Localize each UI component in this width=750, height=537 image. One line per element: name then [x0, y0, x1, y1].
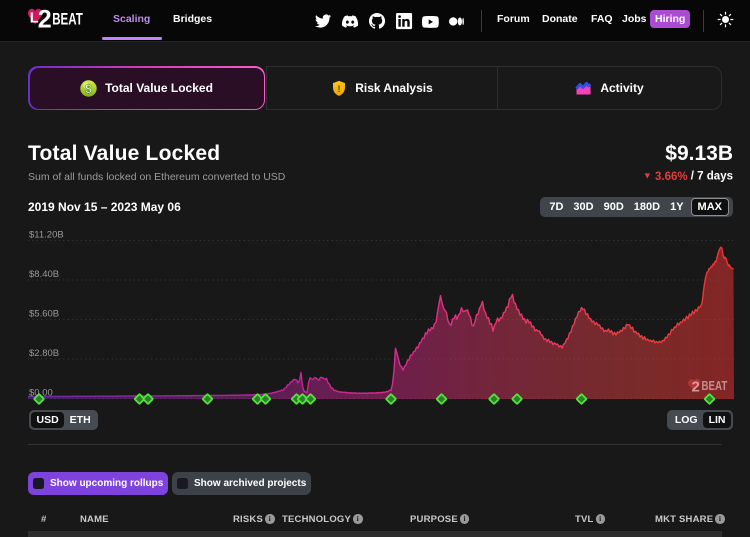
svg-text:!: !: [338, 83, 341, 93]
svg-text:$5.60B: $5.60B: [29, 309, 59, 320]
svg-text:2: 2: [692, 379, 700, 396]
svg-text:BEAT: BEAT: [702, 380, 728, 393]
svg-text:$11.20B: $11.20B: [29, 230, 64, 241]
svg-text:$: $: [85, 81, 92, 95]
svg-text:BEAT: BEAT: [52, 11, 83, 30]
svg-text:$8.40B: $8.40B: [29, 269, 59, 280]
svg-text:$2.80B: $2.80B: [29, 348, 59, 359]
svg-text:2: 2: [38, 6, 52, 34]
